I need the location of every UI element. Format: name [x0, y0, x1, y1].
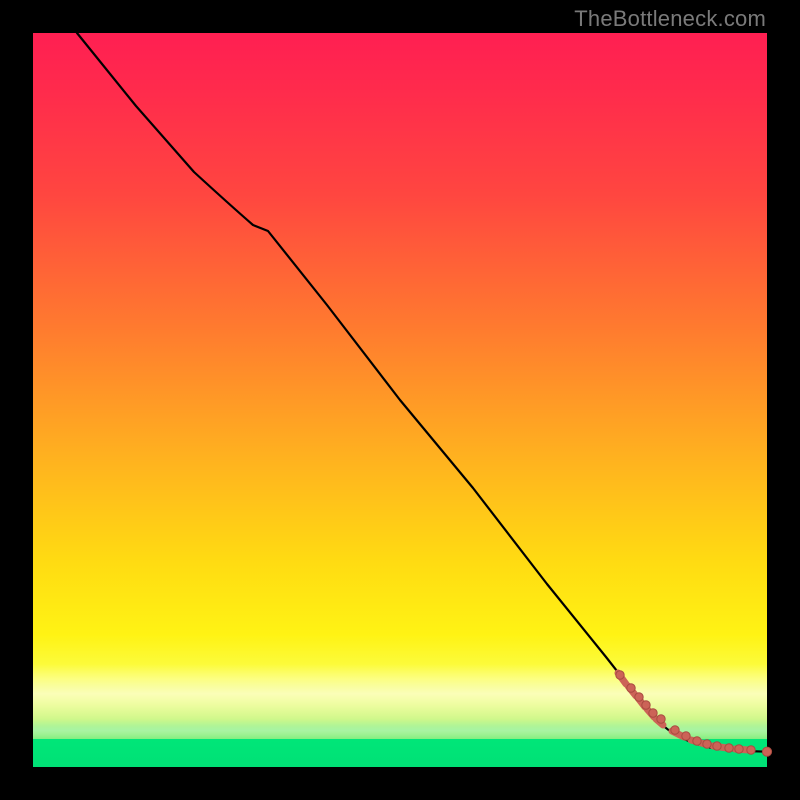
- curve-markers: [616, 671, 772, 757]
- bottleneck-curve: [77, 33, 767, 752]
- chart-overlay: [33, 33, 767, 767]
- attribution-text: TheBottleneck.com: [574, 6, 766, 32]
- chart-frame: TheBottleneck.com: [0, 0, 800, 800]
